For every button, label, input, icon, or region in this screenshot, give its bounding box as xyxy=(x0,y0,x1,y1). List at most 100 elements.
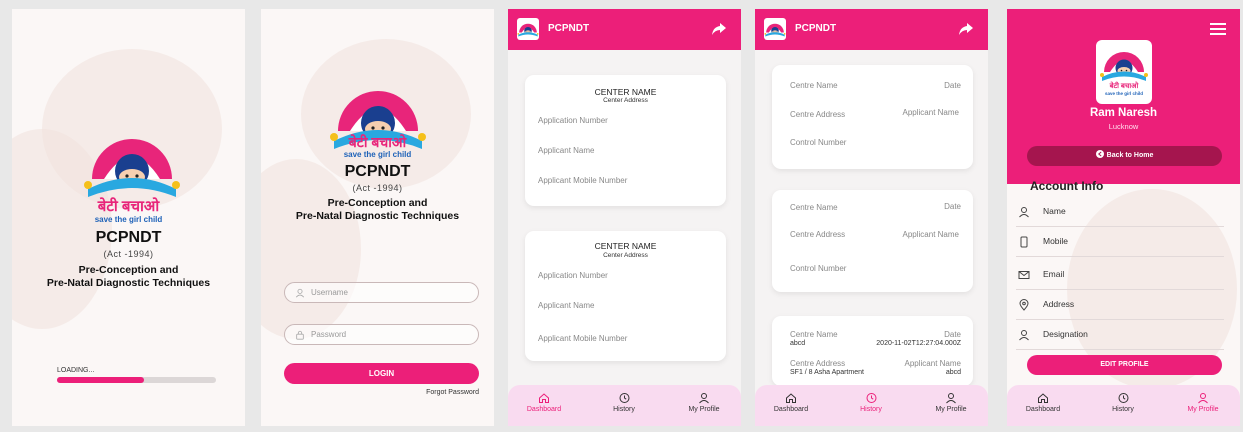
full-name-line2: Pre-Natal Diagnostic Techniques xyxy=(295,210,460,222)
logo-english-text: save the girl child xyxy=(1104,91,1143,96)
user-icon xyxy=(295,288,305,298)
nav-dashboard[interactable]: Dashboard xyxy=(514,392,574,413)
application-card[interactable]: CENTER NAME Center Address Application N… xyxy=(525,75,726,206)
history-card-filled[interactable]: Centre Name Date abcd 2020-11-02T12:27:0… xyxy=(772,316,973,386)
back-to-home-button[interactable]: Back to Home xyxy=(1027,146,1222,166)
nav-dashboard-label: Dashboard xyxy=(526,406,562,413)
username-placeholder: Username xyxy=(311,288,348,297)
applicant-name-label: Applicant Name xyxy=(902,230,959,239)
centre-name-label: Centre Name xyxy=(790,203,838,212)
date-label: Date xyxy=(944,202,961,211)
nav-dashboard[interactable]: Dashboard xyxy=(1013,392,1073,413)
nav-history[interactable]: History xyxy=(1093,392,1153,413)
mail-icon xyxy=(1018,271,1030,279)
centre-address-label: Centre Address xyxy=(790,110,846,119)
act-text: (Act -1994) xyxy=(352,183,403,193)
logo-english-text: save the girl child xyxy=(94,215,163,224)
bottom-nav: Dashboard History My Profile xyxy=(508,385,741,426)
account-field-label: Name xyxy=(1043,206,1066,216)
nav-history-label: History xyxy=(613,406,635,413)
nav-my-profile-label: My Profile xyxy=(1187,406,1219,413)
account-info-heading: Account Info xyxy=(1030,179,1104,193)
username-input[interactable]: Username xyxy=(284,282,479,303)
home-icon xyxy=(1038,393,1048,403)
full-name-line2: Pre-Natal Diagnostic Techniques xyxy=(46,277,211,289)
home-icon xyxy=(786,393,796,403)
centre-address-value: SF1 / 8 Asha Apartment xyxy=(790,369,864,376)
location-icon xyxy=(1019,299,1029,311)
nav-dashboard-label: Dashboard xyxy=(1025,406,1061,413)
nav-my-profile[interactable]: My Profile xyxy=(674,392,734,413)
history-icon xyxy=(866,393,877,403)
app-title: PCPNDT xyxy=(548,23,590,34)
password-input[interactable]: Password xyxy=(284,324,479,345)
share-icon[interactable] xyxy=(711,21,727,37)
edit-profile-button[interactable]: EDIT PROFILE xyxy=(1027,355,1222,375)
date-value: 2020-11-02T12:27:04.000Z xyxy=(876,340,961,347)
application-number-label: Application Number xyxy=(538,271,608,280)
nav-history-label: History xyxy=(1112,406,1134,413)
app-title: PCPNDT xyxy=(795,23,837,34)
center-address: Center Address xyxy=(603,252,648,259)
account-field-label: Email xyxy=(1043,269,1065,279)
logo-hindi-text: बेटी बचाओ xyxy=(1109,83,1139,90)
control-number-label: Control Number xyxy=(790,264,847,273)
share-icon[interactable] xyxy=(958,21,974,37)
history-card[interactable]: Centre Name Date Centre Address Applican… xyxy=(772,65,973,169)
applicant-name-value: abcd xyxy=(945,369,961,376)
nav-my-profile[interactable]: My Profile xyxy=(921,392,981,413)
center-address: Center Address xyxy=(603,97,648,104)
user-icon xyxy=(1198,393,1208,404)
full-name-line1: Pre-Conception and xyxy=(78,264,179,276)
profile-city: Lucknow xyxy=(1108,122,1139,131)
applicant-name-label: Applicant Name xyxy=(904,359,961,368)
top-bar: PCPNDT xyxy=(508,9,741,50)
splash-screen: बेटी बचाओ save the girl child PCPNDT (Ac… xyxy=(12,9,245,426)
user-icon xyxy=(946,393,956,404)
logo-english-text: save the girl child xyxy=(343,150,412,159)
menu-icon[interactable] xyxy=(1210,23,1226,35)
center-name: CENTER NAME xyxy=(594,241,657,251)
user-badge-icon xyxy=(1019,330,1029,341)
account-field-mobile: Mobile xyxy=(1016,229,1224,257)
logo-hindi-text: बेटी बचाओ xyxy=(97,198,160,215)
application-card[interactable]: CENTER NAME Center Address Application N… xyxy=(525,231,726,361)
centre-name-value: abcd xyxy=(790,340,806,347)
bottom-nav: Dashboard History My Profile xyxy=(755,385,988,426)
centre-address-label: Centre Address xyxy=(790,359,846,368)
back-arrow-icon xyxy=(1095,150,1104,158)
mobile-icon xyxy=(1020,236,1028,248)
home-icon xyxy=(539,393,549,403)
login-button[interactable]: LOGIN xyxy=(284,363,479,384)
centre-name-label: Centre Name xyxy=(790,81,838,90)
loading-label: LOADING... xyxy=(57,367,95,374)
brand-title: PCPNDT xyxy=(344,163,411,180)
user-icon xyxy=(699,393,709,404)
control-number-label: Control Number xyxy=(790,138,847,147)
centre-address-label: Centre Address xyxy=(790,230,846,239)
account-field-address: Address xyxy=(1016,292,1224,320)
login-screen: बेटी बचाओ save the girl child PCPNDT (Ac… xyxy=(261,9,494,426)
forgot-password-link[interactable]: Forgot Password xyxy=(426,389,479,396)
loading-progress-fill xyxy=(57,377,145,383)
nav-dashboard-label: Dashboard xyxy=(773,406,809,413)
account-field-name: Name xyxy=(1016,199,1224,227)
nav-history[interactable]: History xyxy=(841,392,901,413)
profile-avatar-logo: बेटी बचाओ save the girl child xyxy=(1096,40,1152,104)
nav-my-profile-label: My Profile xyxy=(935,406,967,413)
history-icon xyxy=(1118,393,1129,403)
account-field-designation: Designation xyxy=(1016,322,1224,350)
full-name-line1: Pre-Conception and xyxy=(327,197,428,209)
profile-screen: बेटी बचाओ save the girl child Ram Naresh… xyxy=(1007,9,1240,426)
bottom-nav: Dashboard History My Profile xyxy=(1007,385,1240,426)
back-to-home-label: Back to Home xyxy=(1106,152,1154,159)
nav-history[interactable]: History xyxy=(594,392,654,413)
history-card[interactable]: Centre Name Date Centre Address Applican… xyxy=(772,190,973,292)
nav-my-profile[interactable]: My Profile xyxy=(1173,392,1233,413)
nav-dashboard[interactable]: Dashboard xyxy=(761,392,821,413)
act-text: (Act -1994) xyxy=(103,249,154,259)
user-icon xyxy=(1019,207,1029,218)
applicant-name-label: Applicant Name xyxy=(902,108,959,117)
history-icon xyxy=(619,393,630,403)
account-field-label: Mobile xyxy=(1043,236,1069,246)
